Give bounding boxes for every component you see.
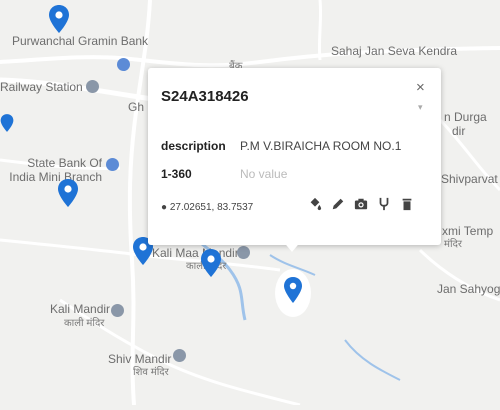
branch-icon[interactable] [377,196,391,212]
coordinates-text: 27.02651, 83.7537 [169,202,254,213]
map-label-shivparvati: Shivparvat [441,172,498,186]
poi-sbi-icon[interactable] [106,158,119,171]
map-label-gh: Gh [128,100,145,114]
map-label-shiv-mandir-hindi: शिव मंदिर [133,367,169,378]
popup-field-key-1-360: 1-360 [161,167,192,181]
map-label-sahaj-jan-seva: Sahaj Jan Seva Kendra [331,44,458,58]
map-label-sbi-line2: India Mini Branch [9,170,102,184]
poi-shiv-mandir-icon[interactable] [173,349,186,362]
poi-bank-icon[interactable] [117,58,130,71]
popup-pointer [282,240,302,252]
map-canvas[interactable]: Purwanchal Gramin Bank Railway Station S… [0,0,500,407]
popup-toolbar [308,196,414,212]
trash-icon[interactable] [400,196,414,212]
map-label-laxmi-line2: मंदिर [444,239,462,250]
popup-coordinates: ● 27.02651, 83.7537 [161,202,253,213]
poi-railway-icon[interactable] [86,80,99,93]
map-pin-icon[interactable] [48,4,70,34]
camera-icon[interactable] [354,196,368,212]
popup-field-value-description: P.M V.BIRAICHA ROOM NO.1 [240,139,402,153]
map-label-laxmi-line1: xmi Temp [442,224,494,238]
map-pin-icon[interactable] [0,108,14,138]
map-label-jan-sahyog: Jan Sahyog [437,282,500,296]
map-label-shiv-mandir: Shiv Mandir [108,352,172,366]
map-label-purwanchal-bank: Purwanchal Gramin Bank [12,34,149,48]
feature-popup: S24A318426 × ▾ description P.M V.BIRAICH… [148,68,441,245]
popup-field-key-description: description [161,139,226,153]
poi-kali-maa-icon[interactable] [237,246,250,259]
map-pin-icon[interactable] [200,248,222,278]
close-icon[interactable]: × [416,79,425,96]
poi-kali-mandir-icon[interactable] [111,304,124,317]
scroll-down-icon[interactable]: ▾ [418,102,423,113]
map-label-kali-maa-mandir: Kali Maa Mandir [152,246,239,260]
map-label-kali-mandir-hindi: काली मंदिर [64,318,105,329]
map-label-railway-station: Railway Station [0,80,83,94]
map-label-kali-mandir: Kali Mandir [50,302,111,316]
selected-map-pin-icon[interactable] [274,261,312,319]
popup-title: S24A318426 [161,88,249,105]
popup-field-value-1-360: No value [240,167,288,181]
map-label-durga-line2: dir [452,124,466,138]
map-pin-icon[interactable] [57,178,79,208]
map-label-sbi-line1: State Bank Of [27,156,102,170]
paint-bucket-icon[interactable] [308,196,322,212]
location-pin-icon: ● [161,202,168,213]
pencil-icon[interactable] [331,196,345,212]
map-label-durga-line1: n Durga [444,110,487,124]
